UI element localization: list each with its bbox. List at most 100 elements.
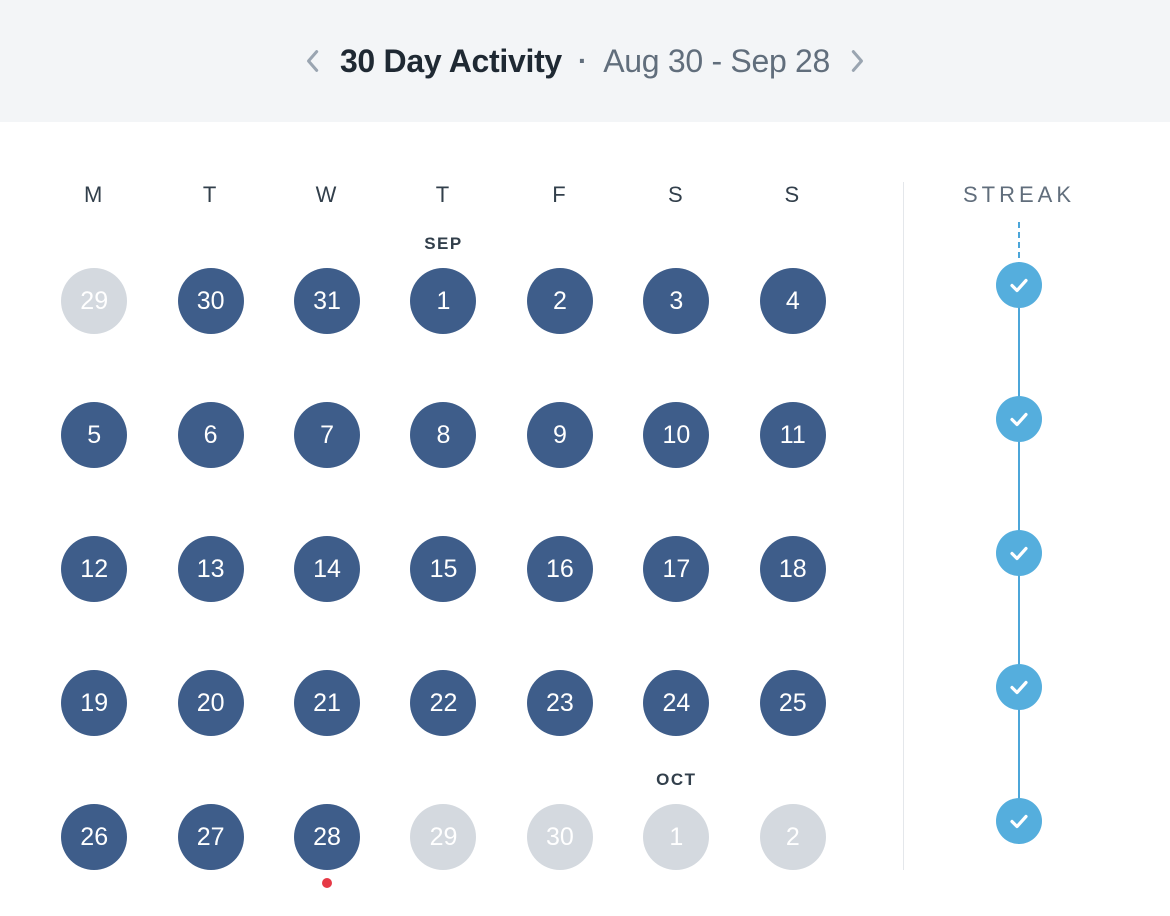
calendar-week: 56789 10 11 <box>36 402 851 468</box>
calendar-day-cell: 23 <box>502 670 618 736</box>
activity-calendar: MTWTFSS 293031SEP12345678910111213141516… <box>36 182 899 870</box>
chevron-left-icon <box>305 48 319 74</box>
calendar-day-cell: 3 <box>618 268 734 334</box>
calendar-day[interactable]: 6 <box>178 402 244 468</box>
calendar-day-cell: 17 <box>618 536 734 602</box>
calendar-day-cell: 6 <box>152 402 268 468</box>
month-start-tag: SEP <box>424 234 463 254</box>
calendar-day[interactable]: 27 <box>178 804 244 870</box>
calendar-day[interactable]: 19 <box>61 670 127 736</box>
calendar-day[interactable]: 23 <box>527 670 593 736</box>
day-of-week-label: T <box>385 182 501 208</box>
calendar-day[interactable]: 16 <box>527 536 593 602</box>
calendar-day-cell: 7 <box>269 402 385 468</box>
streak-check-badge <box>996 798 1042 844</box>
calendar-day[interactable]: 9 <box>527 402 593 468</box>
calendar-day[interactable]: 28 <box>294 804 360 870</box>
calendar-day[interactable]: 13 <box>178 536 244 602</box>
calendar-day-cell: 2 <box>502 268 618 334</box>
calendar-day-cell: OCT1 <box>618 804 734 870</box>
streak-check-badge <box>996 664 1042 710</box>
check-icon <box>1007 273 1031 297</box>
calendar-day-cell: 28 <box>269 804 385 870</box>
activity-date-range: Aug 30 - Sep 28 <box>603 43 830 80</box>
calendar-day[interactable]: 14 <box>294 536 360 602</box>
calendar-day[interactable]: 21 <box>294 670 360 736</box>
calendar-day[interactable]: 22 <box>410 670 476 736</box>
calendar-day[interactable]: 30 <box>527 804 593 870</box>
calendar-weeks: 293031SEP1234567891011121314151617181920… <box>36 268 851 870</box>
calendar-day[interactable]: 20 <box>178 670 244 736</box>
calendar-day[interactable]: 18 <box>760 536 826 602</box>
calendar-day[interactable]: 1 <box>643 804 709 870</box>
streak-track <box>996 262 1042 844</box>
streak-check-badge <box>996 396 1042 442</box>
calendar-day[interactable]: 11 <box>760 402 826 468</box>
calendar-day[interactable]: 3 <box>643 268 709 334</box>
calendar-day-cell: 22 <box>385 670 501 736</box>
calendar-day[interactable]: 7 <box>294 402 360 468</box>
activity-header: 30 Day Activity · Aug 30 - Sep 28 <box>0 0 1170 122</box>
calendar-week: 293031SEP1234 <box>36 268 851 334</box>
activity-body: MTWTFSS 293031SEP12345678910111213141516… <box>0 122 1170 910</box>
calendar-day[interactable]: 15 <box>410 536 476 602</box>
calendar-day-cell: 29 <box>385 804 501 870</box>
calendar-week: 12 13 14 15 16 17 18 <box>36 536 851 602</box>
calendar-day[interactable]: 25 <box>760 670 826 736</box>
calendar-day-cell: 14 <box>269 536 385 602</box>
calendar-day-cell: 25 <box>735 670 851 736</box>
day-of-week-label: M <box>36 182 152 208</box>
calendar-day[interactable]: 29 <box>61 268 127 334</box>
next-period-button[interactable] <box>846 49 870 73</box>
calendar-day-cell: 5 <box>36 402 152 468</box>
calendar-day[interactable]: 2 <box>760 804 826 870</box>
header-separator: · <box>578 45 587 77</box>
calendar-day-cell: 12 <box>36 536 152 602</box>
calendar-week: 19 20 21 22 23 24 25 <box>36 670 851 736</box>
check-icon <box>1007 541 1031 565</box>
streak-check-badge <box>996 262 1042 308</box>
calendar-day[interactable]: 4 <box>760 268 826 334</box>
check-icon <box>1007 675 1031 699</box>
calendar-day[interactable]: 5 <box>61 402 127 468</box>
calendar-week: 26 27 28 29 30 OCT1 2 <box>36 804 851 870</box>
day-of-week-label: S <box>735 182 851 208</box>
calendar-day[interactable]: 24 <box>643 670 709 736</box>
streak-title: STREAK <box>963 182 1075 208</box>
calendar-day[interactable]: 30 <box>178 268 244 334</box>
month-start-tag: OCT <box>656 770 696 790</box>
streak-dashed-line <box>1018 222 1020 258</box>
calendar-day-cell: 4 <box>735 268 851 334</box>
calendar-day-cell: 26 <box>36 804 152 870</box>
streak-items <box>996 262 1042 844</box>
calendar-day[interactable]: 29 <box>410 804 476 870</box>
calendar-day[interactable]: 10 <box>643 402 709 468</box>
calendar-day[interactable]: 2 <box>527 268 593 334</box>
calendar-day-cell: 2 <box>735 804 851 870</box>
check-icon <box>1007 809 1031 833</box>
calendar-day-cell: 18 <box>735 536 851 602</box>
calendar-day-cell: 24 <box>618 670 734 736</box>
calendar-day[interactable]: 17 <box>643 536 709 602</box>
calendar-day-cell: 31 <box>269 268 385 334</box>
prev-period-button[interactable] <box>300 49 324 73</box>
calendar-day[interactable]: 8 <box>410 402 476 468</box>
calendar-day-cell: 30 <box>152 268 268 334</box>
calendar-day-cell: 8 <box>385 402 501 468</box>
day-of-week-label: F <box>502 182 618 208</box>
day-of-week-label: T <box>152 182 268 208</box>
calendar-day[interactable]: 26 <box>61 804 127 870</box>
calendar-day-cell: 20 <box>152 670 268 736</box>
calendar-day[interactable]: 12 <box>61 536 127 602</box>
calendar-day[interactable]: 31 <box>294 268 360 334</box>
calendar-day[interactable]: 1 <box>410 268 476 334</box>
calendar-day-cell: 13 <box>152 536 268 602</box>
day-of-week-row: MTWTFSS <box>36 182 851 208</box>
calendar-day-cell: 11 <box>735 402 851 468</box>
today-indicator-dot <box>322 878 332 888</box>
calendar-day-cell: 10 <box>618 402 734 468</box>
calendar-day-cell: 15 <box>385 536 501 602</box>
day-of-week-label: W <box>269 182 385 208</box>
activity-title: 30 Day Activity <box>340 43 562 80</box>
chevron-right-icon <box>851 48 865 74</box>
